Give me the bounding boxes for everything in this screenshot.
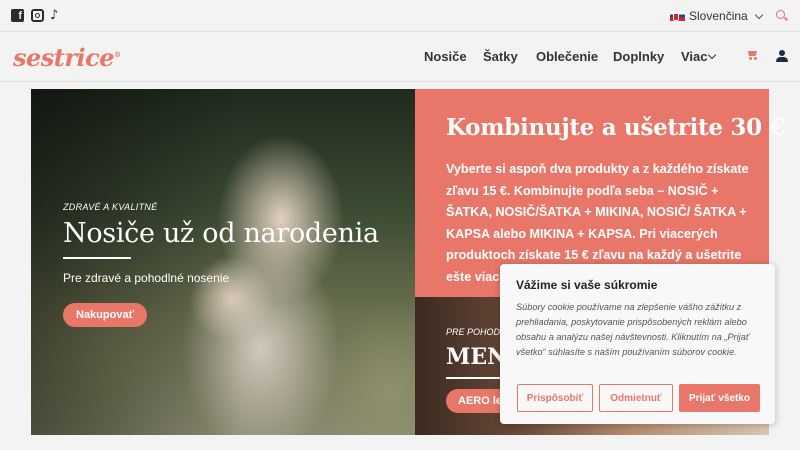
hero-subtitle: Pre zdravé a pohodlné nosenie (63, 271, 230, 285)
chevron-down-icon (754, 10, 763, 19)
nav-item-satky[interactable]: Šatky (483, 49, 518, 64)
nav-item-oblecenie[interactable]: Oblečenie (536, 49, 598, 64)
cart-icon[interactable] (746, 50, 758, 60)
cookie-buttons: Prispôsobiť Odmietnuť Prijať všetko (517, 384, 760, 412)
tiktok-icon[interactable]: ♪ (50, 9, 63, 22)
reject-button[interactable]: Odmietnuť (599, 384, 673, 412)
main-navigation: sestrice® Nosiče Šatky Oblečenie Doplnky… (0, 32, 800, 82)
top-bar: f ♪ Slovenčina (0, 0, 800, 32)
facebook-icon[interactable]: f (11, 9, 24, 22)
nav-item-nosice[interactable]: Nosiče (424, 49, 467, 64)
customize-button[interactable]: Prispôsobiť (517, 384, 593, 412)
promo-title: Kombinujte a ušetrite 30 € (446, 114, 786, 141)
search-icon[interactable] (776, 10, 785, 19)
logo-text: sestrice (13, 43, 115, 72)
language-selector[interactable]: Slovenčina (670, 9, 763, 23)
chevron-down-icon[interactable] (707, 50, 717, 60)
nav-item-viac[interactable]: Viac (681, 49, 708, 64)
hero-banner-carriers[interactable]: Zdravé a kvalitné Nosiče už od narodenia… (31, 89, 415, 435)
hero-content: Zdravé a kvalitné Nosiče už od narodenia… (63, 202, 379, 327)
instagram-icon[interactable] (31, 9, 44, 22)
secondary-divider (446, 377, 506, 379)
cookie-title: Vážime si vaše súkromie (516, 278, 658, 292)
cookie-text: Súbory cookie používame na zlepšenie váš… (516, 302, 750, 357)
accept-all-button[interactable]: Prijať všetko (679, 384, 760, 412)
hero-title: Nosiče už od narodenia (63, 218, 379, 249)
user-icon[interactable] (776, 50, 788, 62)
site-logo[interactable]: sestrice® (13, 43, 121, 72)
shop-button[interactable]: Nakupovať (63, 303, 147, 327)
language-label: Slovenčina (689, 9, 748, 23)
slovak-flag-icon (670, 11, 685, 21)
hero-divider (63, 257, 131, 259)
nav-item-doplnky[interactable]: Doplnky (613, 49, 664, 64)
hero-eyebrow: Zdravé a kvalitné (63, 202, 158, 212)
cookie-consent-dialog: Vážime si vaše súkromie Súbory cookie po… (500, 264, 775, 424)
